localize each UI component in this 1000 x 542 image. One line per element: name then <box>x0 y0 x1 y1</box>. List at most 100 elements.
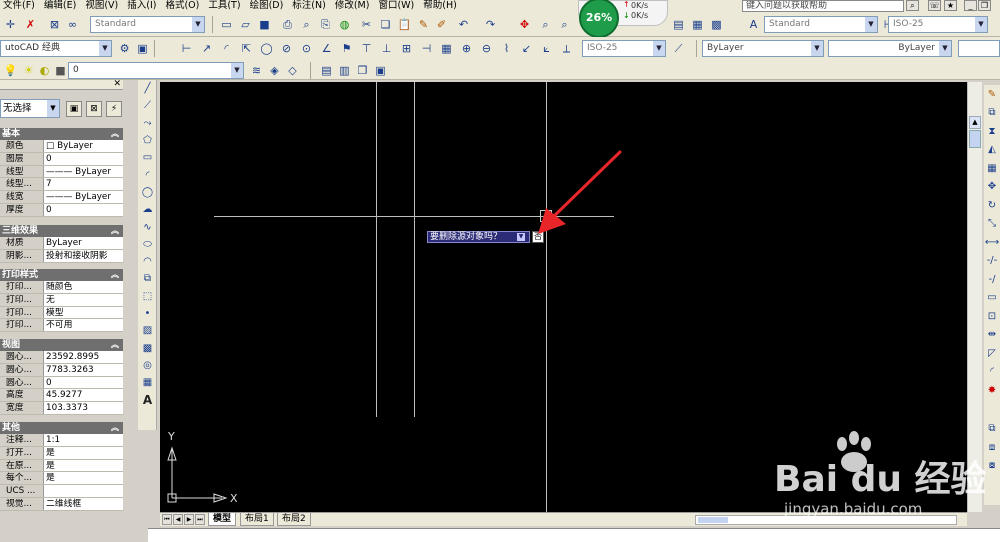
property-row[interactable]: 阴影... 投射和接收阴影 <box>0 249 123 263</box>
table-icon[interactable]: ▦ <box>138 374 157 391</box>
brush-icon[interactable]: ✐ <box>433 16 450 33</box>
property-row[interactable]: 视觉... 二维线框 <box>0 497 123 511</box>
make-block-icon[interactable]: ⬚ <box>138 288 157 305</box>
dim-style-manager-icon[interactable]: ⟋ <box>670 40 687 57</box>
menu-window[interactable]: 窗口(W) <box>375 0 420 12</box>
design-center-icon[interactable]: ▦ <box>689 16 706 33</box>
property-value[interactable]: 1:1 <box>44 434 123 446</box>
zoom-realtime-icon[interactable]: ⌕ <box>537 16 554 33</box>
section-header[interactable]: 三维效果 ︽ <box>0 225 123 237</box>
layer-color-icon[interactable]: ■ <box>52 62 69 79</box>
preview-icon[interactable]: ⌕ <box>298 16 315 33</box>
select-icon[interactable]: ✛ <box>2 16 19 33</box>
property-value[interactable]: 不可用 <box>44 319 123 332</box>
insert-block-icon[interactable]: ⧉ <box>138 270 157 287</box>
scroll-thumb[interactable] <box>969 130 981 148</box>
erase-icon[interactable]: ✎ <box>984 85 1000 104</box>
gradient-icon[interactable]: ▩ <box>138 339 157 356</box>
publish-icon[interactable]: ⎘ <box>317 16 334 33</box>
search-icon[interactable]: ⌕ <box>906 0 919 11</box>
property-value[interactable]: 随颜色 <box>44 281 123 293</box>
last-tab-icon[interactable]: ⏭ <box>195 514 205 525</box>
collapse-icon[interactable]: ︽ <box>111 225 119 237</box>
collapse-icon[interactable]: ︽ <box>111 128 119 140</box>
property-row[interactable]: 圆心... 7783.3263 <box>0 363 123 377</box>
fillet-icon[interactable]: ◜ <box>984 363 1000 382</box>
property-value[interactable]: 是 <box>44 459 123 472</box>
line-icon[interactable]: ╱ <box>138 80 157 97</box>
toggle-pickadd-icon[interactable]: ▣ <box>66 101 82 117</box>
dim-jogged-icon[interactable]: ⊘ <box>278 40 295 57</box>
dim-arc-icon[interactable]: ◜ <box>218 40 235 57</box>
explode-icon[interactable]: ✸ <box>984 381 1000 400</box>
select-objects-icon[interactable]: ⊠ <box>86 101 102 117</box>
property-row[interactable]: 颜色 □ ByLayer <box>0 140 123 153</box>
text-style-icon[interactable]: A <box>745 16 762 33</box>
viewports-icon[interactable]: ❐ <box>354 62 371 79</box>
calculator-icon[interactable]: ▩ <box>708 16 725 33</box>
workspace-lock-icon[interactable]: ▣ <box>134 40 151 57</box>
property-row[interactable]: 打印... 模型 <box>0 306 123 320</box>
undo-icon[interactable]: ↶ <box>455 16 472 33</box>
scroll-thumb[interactable] <box>698 517 728 523</box>
lineweight-select[interactable] <box>958 40 1000 57</box>
menu-draw[interactable]: 绘图(D) <box>247 0 290 12</box>
text-style-select[interactable]: Standard ▼ <box>90 16 205 33</box>
point-icon[interactable]: • <box>138 305 157 322</box>
chamfer-icon[interactable]: ◸ <box>984 344 1000 363</box>
jog-line-icon[interactable]: ⌇ <box>498 40 515 57</box>
property-value[interactable]: 二维线框 <box>44 497 123 510</box>
property-value[interactable]: 投射和接收阴影 <box>44 249 123 262</box>
section-header[interactable]: 基本 ︽ <box>0 128 123 140</box>
property-value[interactable]: 7783.3263 <box>44 363 123 376</box>
properties-icon[interactable]: ▤ <box>670 16 687 33</box>
layer-select[interactable]: 0 ▼ <box>68 62 244 79</box>
arc-icon[interactable]: ◜ <box>138 166 157 183</box>
paste-icon[interactable]: 📋 <box>396 16 413 33</box>
spline-icon[interactable]: ∿ <box>138 218 157 235</box>
extend-icon[interactable]: -/ <box>984 270 1000 289</box>
rotate-icon[interactable]: ↻ <box>984 196 1000 215</box>
pan-icon[interactable]: ✥ <box>516 16 533 33</box>
property-row[interactable]: 线宽 ——— ByLayer <box>0 191 123 204</box>
construction-line-icon[interactable]: ⟋ <box>138 97 157 114</box>
property-value[interactable]: 0 <box>44 203 123 216</box>
next-tab-icon[interactable]: ▶ <box>184 514 194 525</box>
property-value[interactable]: 无 <box>44 293 123 306</box>
cancel-icon[interactable]: ✗ <box>22 16 39 33</box>
globe-icon[interactable]: ◍ <box>336 16 353 33</box>
polygon-icon[interactable]: ⬠ <box>138 132 157 149</box>
menu-insert[interactable]: 插入(I) <box>124 0 162 12</box>
rectangle-icon[interactable]: ▭ <box>138 149 157 166</box>
property-value[interactable]: ByLayer <box>44 237 123 249</box>
layer-lock-icon[interactable]: ◐ <box>36 62 53 79</box>
property-row[interactable]: 图层 0 <box>0 152 123 166</box>
section-header[interactable]: 其他 ︽ <box>0 422 123 434</box>
center-mark-icon[interactable]: ⊕ <box>458 40 475 57</box>
property-row[interactable]: 高度 45.9277 <box>0 389 123 403</box>
collapse-icon[interactable]: ︽ <box>111 339 119 351</box>
property-row[interactable]: 每个... 是 <box>0 472 123 486</box>
dim-style-select-2[interactable]: ISO-25 ▼ <box>582 40 666 57</box>
dim-break-icon[interactable]: ⊣ <box>418 40 435 57</box>
property-value[interactable]: □ ByLayer <box>44 140 123 152</box>
break-icon[interactable]: ⊡ <box>984 307 1000 326</box>
property-value[interactable]: 7 <box>44 178 123 191</box>
dim-continue-icon[interactable]: ⊥ <box>378 40 395 57</box>
open-folder-icon[interactable]: ▱ <box>237 16 254 33</box>
dim-diameter-icon[interactable]: ⊙ <box>298 40 315 57</box>
dim-radius-icon[interactable]: ◯ <box>258 40 275 57</box>
restore-icon[interactable]: ❐ <box>978 0 991 11</box>
property-value[interactable]: 0 <box>44 376 123 389</box>
region-icon[interactable]: ◎ <box>138 357 157 374</box>
hatch-icon[interactable]: ▨ <box>138 322 157 339</box>
dim-text-edit-icon[interactable]: ⟀ <box>538 40 555 57</box>
dim-aligned-icon[interactable]: ↗ <box>198 40 215 57</box>
dim-linear-icon[interactable]: ⊢ <box>178 40 195 57</box>
viewport-clip-icon[interactable]: ▣ <box>372 62 389 79</box>
revision-cloud-icon[interactable]: ☁ <box>138 201 157 218</box>
break-point-icon[interactable]: ▭ <box>984 289 1000 308</box>
property-row[interactable]: 线型 ——— ByLayer <box>0 165 123 179</box>
help-search-input[interactable]: 键入问题以获取帮助 <box>742 0 904 12</box>
property-row[interactable]: UCS ... <box>0 485 123 498</box>
